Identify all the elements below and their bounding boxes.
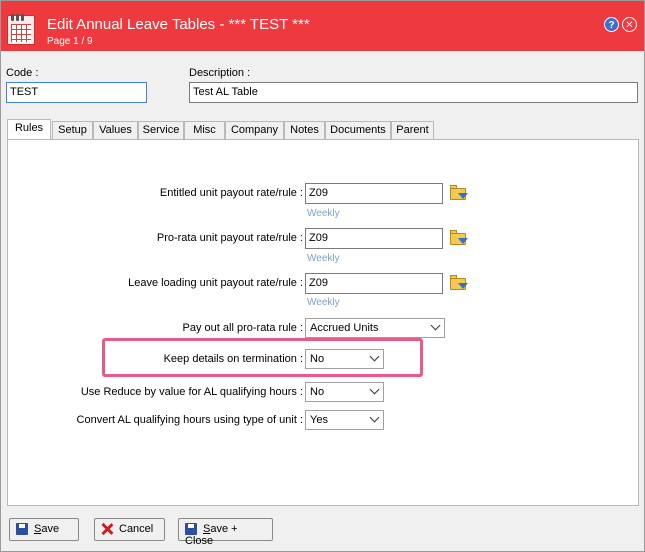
loading-rule-label: Leave loading unit payout rate/rule : (128, 277, 303, 289)
prorata-rule-field[interactable]: Z09 (305, 228, 443, 249)
page-indicator: Page 1 / 9 (47, 36, 93, 47)
save-button[interactable]: Save (9, 518, 79, 541)
close-x-icon (101, 523, 113, 535)
reduce-by-value: No (310, 386, 325, 398)
floppy-disk-icon (185, 523, 197, 536)
edit-annual-leave-window: Edit Annual Leave Tables - *** TEST *** … (0, 0, 645, 552)
payout-rule-label: Pay out all pro-rata rule : (182, 322, 303, 334)
convert-hours-select[interactable]: Yes (305, 410, 384, 430)
code-field[interactable]: TEST (6, 82, 147, 103)
description-field[interactable]: Test AL Table (189, 82, 638, 103)
save-close-button[interactable]: Save + Close (178, 518, 273, 547)
folder-lookup-icon[interactable] (450, 275, 468, 291)
payout-rule-select[interactable]: Accrued Units (305, 318, 445, 338)
chevron-down-icon (369, 384, 380, 395)
loading-rule-field[interactable]: Z09 (305, 273, 443, 294)
title-bar: Edit Annual Leave Tables - *** TEST *** … (1, 1, 644, 51)
chevron-down-icon (430, 320, 441, 331)
convert-hours-label: Convert AL qualifying hours using type o… (76, 414, 303, 426)
entitled-rule-hint: Weekly (307, 208, 340, 219)
loading-rule-hint: Weekly (307, 297, 340, 308)
tab-rules[interactable]: Rules (7, 119, 51, 140)
convert-hours-value: Yes (310, 414, 328, 426)
description-label: Description : (189, 67, 251, 79)
reduce-by-select[interactable]: No (305, 382, 384, 402)
keep-details-label: Keep details on termination : (163, 353, 303, 365)
tab-setup[interactable]: Setup (52, 121, 93, 139)
window-title: Edit Annual Leave Tables - *** TEST *** (47, 16, 310, 33)
tab-documents[interactable]: Documents (325, 121, 391, 139)
prorata-rule-label: Pro-rata unit payout rate/rule : (156, 232, 303, 244)
chevron-down-icon (369, 412, 380, 423)
calendar-icon (7, 14, 35, 45)
tab-service[interactable]: Service (138, 121, 184, 139)
save-button-label: ave (41, 523, 60, 535)
chevron-down-icon (369, 351, 380, 362)
close-icon[interactable]: ✕ (622, 17, 637, 32)
prorata-rule-hint: Weekly (307, 253, 340, 264)
tab-notes[interactable]: Notes (284, 121, 325, 139)
entitled-rule-label: Entitled unit payout rate/rule : (159, 187, 303, 199)
tab-company[interactable]: Company (225, 121, 284, 139)
tab-misc[interactable]: Misc (184, 121, 225, 139)
tab-values[interactable]: Values (93, 121, 138, 139)
help-icon[interactable]: ? (604, 17, 619, 32)
code-label: Code : (6, 67, 39, 79)
keep-details-select[interactable]: No (305, 349, 384, 369)
floppy-disk-icon (16, 523, 28, 536)
payout-rule-value: Accrued Units (310, 322, 379, 334)
cancel-button-label: Cancel (119, 523, 154, 535)
rules-panel: Entitled unit payout rate/rule : Z09 Wee… (7, 139, 639, 506)
cancel-button[interactable]: Cancel (94, 518, 165, 541)
keep-details-value: No (310, 353, 325, 365)
folder-lookup-icon[interactable] (450, 185, 468, 201)
tab-parent[interactable]: Parent (391, 121, 434, 139)
reduce-by-label: Use Reduce by value for AL qualifying ho… (80, 386, 303, 398)
folder-lookup-icon[interactable] (450, 230, 468, 246)
entitled-rule-field[interactable]: Z09 (305, 183, 443, 204)
